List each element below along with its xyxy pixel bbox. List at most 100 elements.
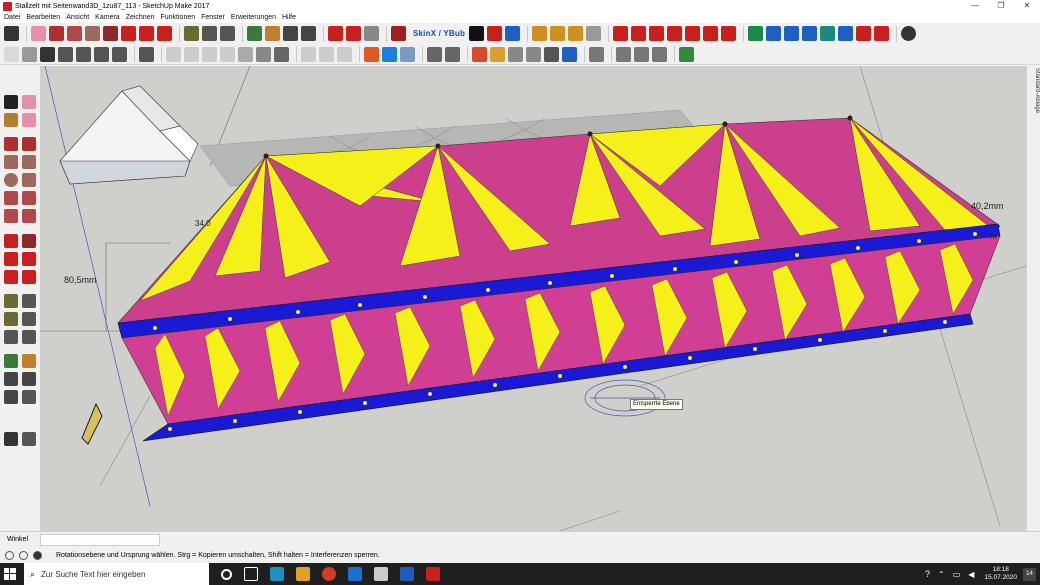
menu-hilfe[interactable]: Hilfe [282, 14, 296, 21]
top-view-icon[interactable] [319, 46, 334, 62]
sandbox-drape-icon[interactable] [685, 26, 701, 41]
sandbox-from-scratch-icon[interactable] [631, 26, 647, 41]
arrows-up-icon[interactable] [766, 26, 782, 41]
pan-tool-icon[interactable] [265, 26, 280, 41]
hidden-line-icon[interactable] [220, 46, 235, 62]
notification-badge[interactable]: 14 [1023, 567, 1036, 581]
zoom-tool-icon[interactable] [4, 372, 18, 386]
look-around-icon[interactable] [22, 390, 36, 404]
rectangle-tool-icon[interactable] [85, 26, 100, 41]
task-view-icon[interactable] [244, 567, 258, 581]
rotate-tool-icon[interactable] [139, 26, 154, 41]
sandbox-stamp-icon[interactable] [667, 26, 683, 41]
geo-location-icon[interactable] [5, 550, 14, 560]
walk-tool-icon[interactable] [4, 432, 18, 446]
follow-me-icon[interactable] [838, 26, 854, 41]
svg-export-icon[interactable] [562, 46, 577, 62]
monochrome-icon[interactable] [274, 46, 289, 62]
maximize-button[interactable]: ❐ [988, 0, 1014, 12]
xray-icon[interactable] [166, 46, 181, 62]
taskbar-search[interactable]: ⌕ Zur Suche Text hier eingeben [24, 563, 209, 585]
perspective-icon[interactable] [337, 46, 352, 62]
view-front-icon[interactable] [76, 46, 91, 62]
open-file-icon[interactable] [22, 46, 37, 62]
windows-start-icon[interactable] [0, 563, 20, 585]
warehouse-icon[interactable] [328, 26, 343, 41]
wireframe-icon[interactable] [202, 46, 217, 62]
arc-2pt-icon[interactable] [22, 191, 36, 205]
walk-icon[interactable] [508, 46, 523, 62]
select-tool-icon[interactable] [4, 95, 18, 109]
paint-bucket-icon[interactable] [4, 113, 18, 127]
pan-tool-icon[interactable] [22, 354, 36, 368]
menu-zeichnen[interactable]: Zeichnen [126, 14, 155, 21]
layers-icon[interactable] [748, 26, 764, 41]
select-tool-icon[interactable] [4, 26, 19, 41]
new-file-icon[interactable] [4, 46, 19, 62]
zoom-extents-icon[interactable] [4, 390, 18, 404]
home-icon[interactable] [40, 46, 55, 62]
magnet-icon[interactable] [856, 26, 872, 41]
line-tool-icon[interactable] [4, 137, 18, 151]
help-tray-icon[interactable]: ? [925, 569, 930, 579]
shaded-icon[interactable] [238, 46, 253, 62]
menu-datei[interactable]: Datei [4, 14, 20, 21]
menu-funktionen[interactable]: Funktionen [160, 14, 195, 21]
gray-cube-icon[interactable] [400, 46, 415, 62]
menu-ansicht[interactable]: Ansicht [66, 14, 89, 21]
3d-text-icon[interactable] [22, 330, 36, 344]
close-button[interactable]: ✕ [1014, 0, 1040, 12]
section-plane-icon[interactable] [820, 26, 836, 41]
eraser-small-icon[interactable] [22, 113, 36, 127]
default-tray[interactable]: Standard-Ablage [1026, 66, 1040, 531]
store-icon[interactable] [374, 567, 388, 581]
sandbox-add-detail-icon[interactable] [703, 26, 719, 41]
orbit-tool-icon[interactable] [4, 354, 18, 368]
help-status-icon[interactable] [33, 550, 42, 560]
solid-subtract-icon[interactable] [550, 26, 566, 41]
push-pull-tool-icon[interactable] [22, 234, 36, 248]
protractor-tool-icon[interactable] [4, 312, 18, 326]
soften-edges-icon[interactable] [589, 46, 604, 62]
tent-model-canvas[interactable]: 80,5mm 34,0 40,2mm m [40, 66, 1026, 531]
network-icon[interactable]: ▭ [953, 570, 961, 579]
rectangle-tool-icon[interactable] [4, 155, 18, 169]
back-edges-icon[interactable] [184, 46, 199, 62]
help-icon[interactable] [505, 26, 521, 41]
volume-icon[interactable]: ◀ [968, 570, 974, 579]
minimize-button[interactable]: — [962, 0, 988, 12]
app-icon[interactable] [400, 567, 414, 581]
freehand-tool-icon[interactable] [22, 137, 36, 151]
red-cube-icon[interactable] [364, 46, 379, 62]
scale-tool-icon[interactable] [4, 270, 18, 284]
circle-tool-icon[interactable] [4, 173, 18, 187]
view-back-icon[interactable] [112, 46, 127, 62]
tape-measure-icon[interactable] [4, 294, 18, 308]
skinx-ybub-label[interactable]: SkinX / YBub [413, 29, 465, 38]
sketchup-taskbar-icon[interactable] [426, 567, 440, 581]
dimension-tool-icon[interactable] [22, 294, 36, 308]
sandbox-from-contours-icon[interactable] [613, 26, 629, 41]
paint-icon[interactable] [472, 46, 487, 62]
push-pull-tool-icon[interactable] [103, 26, 118, 41]
solid-trim-icon[interactable] [586, 26, 602, 41]
user-account-icon[interactable] [901, 26, 917, 41]
explorer-icon[interactable] [296, 567, 310, 581]
rotated-rectangle-icon[interactable] [22, 155, 36, 169]
view-right-icon[interactable] [94, 46, 109, 62]
play-icon[interactable] [469, 26, 485, 41]
measurement-input[interactable] [40, 534, 160, 546]
credits-icon[interactable] [19, 550, 28, 560]
position-camera-icon[interactable] [544, 46, 559, 62]
move-tool-icon[interactable] [4, 234, 18, 248]
follow-me-tool-icon[interactable] [22, 252, 36, 266]
look-around-icon[interactable] [526, 46, 541, 62]
section-plane-icon[interactable] [22, 432, 36, 446]
arc-3pt-icon[interactable] [4, 209, 18, 223]
arrows-swap-icon[interactable] [802, 26, 818, 41]
paint-bucket-icon[interactable] [220, 26, 235, 41]
edge-icon[interactable] [270, 567, 284, 581]
pie-tool-icon[interactable] [22, 209, 36, 223]
shaded-texture-icon[interactable] [256, 46, 271, 62]
solid-intersect-icon[interactable] [568, 26, 584, 41]
